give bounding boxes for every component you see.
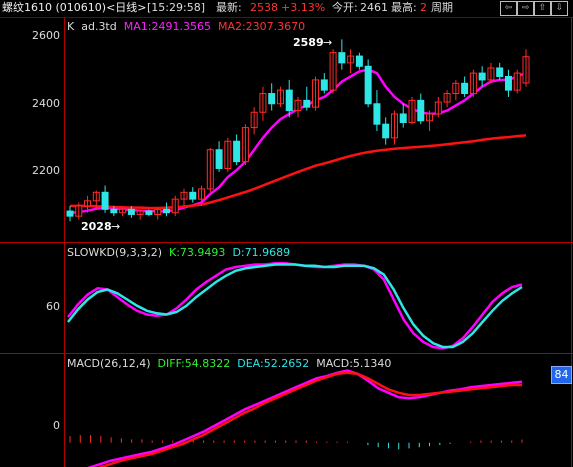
macd-diff-line [87, 369, 523, 467]
chart-canvas: 2589 → 2028 → [66, 36, 530, 467]
ma2-line [70, 134, 527, 210]
low-arrow-icon: → [111, 220, 120, 233]
low-annotation: 2028 [81, 220, 112, 233]
high-annotation: 2589 [293, 36, 324, 49]
high-arrow-icon: → [323, 36, 332, 49]
kd-d-line [67, 263, 523, 349]
